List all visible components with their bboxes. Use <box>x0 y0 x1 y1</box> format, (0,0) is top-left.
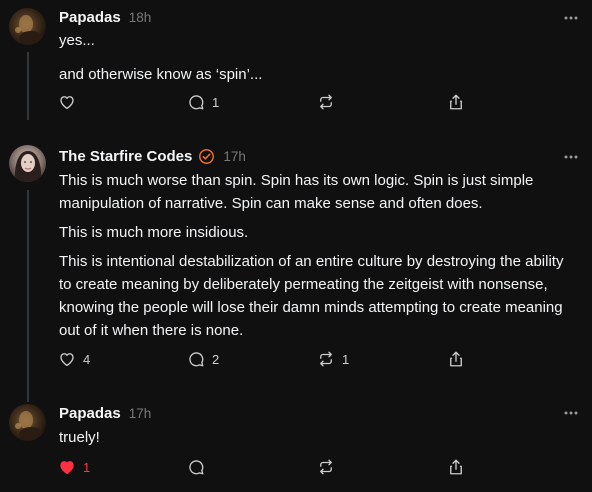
avatar[interactable] <box>9 404 46 441</box>
like-count: 1 <box>83 459 91 475</box>
username[interactable]: The Starfire Codes <box>59 148 192 165</box>
avatar-image <box>9 8 46 45</box>
post-header: Papadas 18h <box>59 7 151 27</box>
repost-icon <box>320 351 332 367</box>
more-options-button[interactable] <box>561 406 581 420</box>
post-text-paragraph: This is much more insidious. <box>59 224 249 241</box>
share-button[interactable] <box>447 347 465 371</box>
post-text-paragraph: This is much worse than spin. Spin has i… <box>59 172 534 212</box>
repost-icon <box>320 459 332 475</box>
avatar-image <box>9 145 46 182</box>
username[interactable]: Papadas <box>59 9 121 26</box>
post-header: Papadas 17h <box>59 403 151 423</box>
post-text-paragraph: truely! <box>59 429 100 446</box>
heart-icon <box>60 353 74 367</box>
reply-count: 2 <box>212 351 220 367</box>
timestamp[interactable]: 18h <box>129 10 152 25</box>
repost-button[interactable] <box>317 455 342 479</box>
reply-count: 1 <box>212 94 220 110</box>
like-button[interactable]: 1 <box>58 455 90 479</box>
more-icon <box>564 16 578 20</box>
avatar[interactable] <box>9 8 46 45</box>
action-bar: 1 <box>56 90 476 114</box>
repost-count: 1 <box>342 351 350 367</box>
repost-button[interactable]: 1 <box>317 347 349 371</box>
heart-filled-icon <box>60 461 74 475</box>
post: Papadas 18h yes... and otherwise know as… <box>0 0 592 130</box>
action-bar: 4 2 1 <box>56 347 476 371</box>
share-icon <box>450 94 462 110</box>
reply-button[interactable]: 1 <box>187 90 219 114</box>
post-text-paragraph: This is intentional destabilization of a… <box>59 253 564 339</box>
more-icon <box>564 155 578 159</box>
share-button[interactable] <box>447 90 465 114</box>
username[interactable]: Papadas <box>59 405 121 422</box>
post-text-paragraph: yes... <box>59 32 95 49</box>
action-bar: 1 <box>56 455 476 479</box>
more-options-button[interactable] <box>561 150 581 164</box>
share-button[interactable] <box>447 455 465 479</box>
avatar[interactable] <box>9 145 46 182</box>
avatar-image <box>9 404 46 441</box>
timestamp[interactable]: 17h <box>223 149 246 164</box>
post-header: The Starfire Codes 17h <box>59 146 246 166</box>
more-icon <box>564 411 578 415</box>
reply-button[interactable] <box>187 455 212 479</box>
comment-icon <box>189 95 204 110</box>
post-text-paragraph: and otherwise know as ‘spin’... <box>59 66 263 83</box>
repost-icon <box>320 94 332 110</box>
like-button[interactable]: 4 <box>58 347 90 371</box>
share-icon <box>450 459 462 475</box>
repost-button[interactable] <box>317 90 342 114</box>
like-count: 4 <box>83 351 91 367</box>
timestamp[interactable]: 17h <box>129 406 152 421</box>
more-options-button[interactable] <box>561 11 581 25</box>
comment-icon <box>189 352 204 367</box>
share-icon <box>450 351 462 367</box>
heart-icon <box>60 96 74 110</box>
comment-icon <box>189 460 204 475</box>
reply-button[interactable]: 2 <box>187 347 219 371</box>
like-button[interactable] <box>58 90 83 114</box>
thread-line <box>27 190 29 402</box>
verified-badge-icon <box>198 148 215 165</box>
